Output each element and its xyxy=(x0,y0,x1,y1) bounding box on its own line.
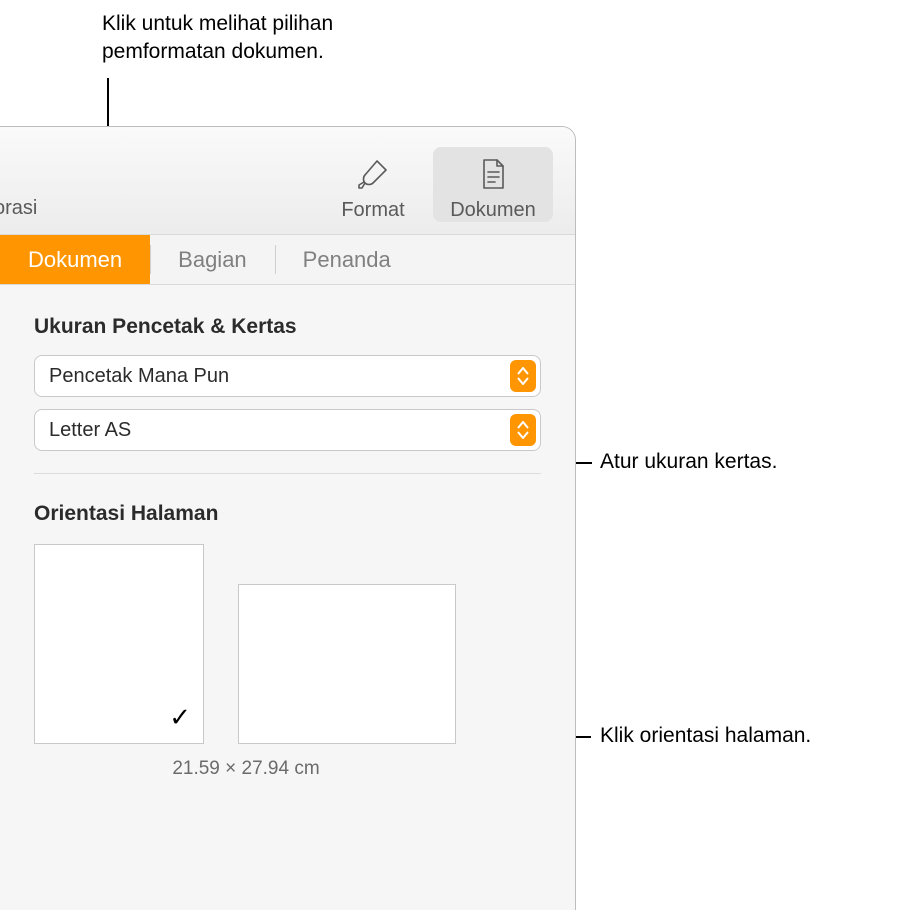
callout-orientation: Klik orientasi halaman. xyxy=(600,722,811,750)
callout-paper: Atur ukuran kertas. xyxy=(600,448,777,476)
paintbrush-icon xyxy=(356,153,390,195)
paper-size-popup[interactable]: Letter AS xyxy=(34,409,541,451)
page-dimensions: 21.59 × 27.94 cm xyxy=(34,758,458,780)
checkmark-icon: ✓ xyxy=(169,702,191,733)
popup-arrows-icon xyxy=(510,414,536,446)
format-button[interactable]: Format xyxy=(313,147,433,222)
format-label: Format xyxy=(341,199,404,222)
toolbar-left-label: orasi xyxy=(0,197,37,219)
sidebar-content: Ukuran Pencetak & Kertas Pencetak Mana P… xyxy=(0,285,575,780)
section-divider xyxy=(34,473,541,474)
tab-penanda[interactable]: Penanda xyxy=(275,235,419,284)
printer-popup-label: Pencetak Mana Pun xyxy=(49,365,510,388)
document-label: Dokumen xyxy=(450,199,536,222)
document-button[interactable]: Dokumen xyxy=(433,147,553,222)
toolbar-left-truncated: orasi xyxy=(0,197,313,222)
orientation-landscape[interactable] xyxy=(238,584,456,744)
orientation-row: ✓ xyxy=(34,544,541,744)
printer-popup[interactable]: Pencetak Mana Pun xyxy=(34,355,541,397)
popup-arrows-icon xyxy=(510,360,536,392)
callout-top: Klik untuk melihat pilihan pemformatan d… xyxy=(102,10,462,67)
tab-dokumen[interactable]: Dokumen xyxy=(0,235,150,284)
toolbar: orasi Format xyxy=(0,127,575,235)
document-sidebar-panel: orasi Format xyxy=(0,126,576,910)
section-orientation-title: Orientasi Halaman xyxy=(34,502,541,526)
tabs-row: Dokumen Bagian Penanda xyxy=(0,235,575,285)
section-printer-paper-title: Ukuran Pencetak & Kertas xyxy=(34,315,541,339)
tab-bagian[interactable]: Bagian xyxy=(150,235,275,284)
paper-size-popup-label: Letter AS xyxy=(49,419,510,442)
document-icon xyxy=(476,153,510,195)
orientation-portrait[interactable]: ✓ xyxy=(34,544,204,744)
